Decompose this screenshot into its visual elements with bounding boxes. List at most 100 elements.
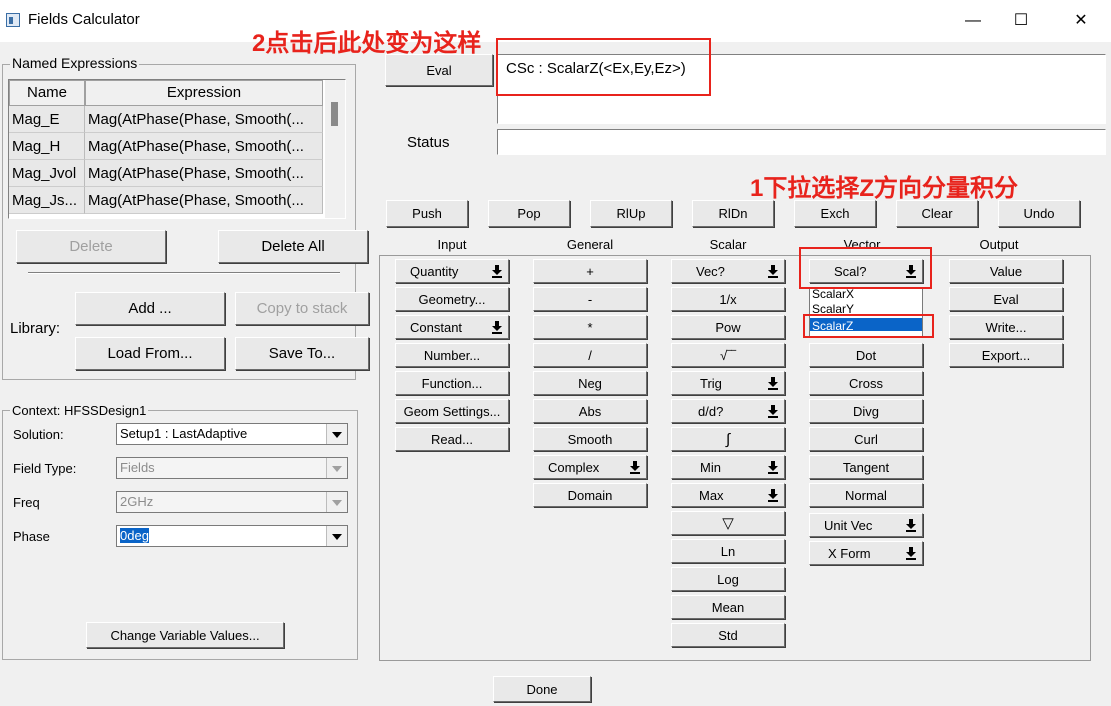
- status-field: [497, 129, 1106, 155]
- output-eval-button[interactable]: Eval: [949, 287, 1063, 311]
- cross-button[interactable]: Cross: [809, 371, 923, 395]
- minus-button[interactable]: -: [533, 287, 647, 311]
- table-row-name[interactable]: Mag_H: [9, 133, 85, 160]
- phase-select[interactable]: 0deg: [116, 525, 348, 547]
- phase-value: 0deg: [120, 528, 149, 543]
- table-row-expression[interactable]: Mag(AtPhase(Phase, Smooth(...: [85, 106, 323, 133]
- maximize-button[interactable]: ☐: [998, 6, 1044, 36]
- trig-button[interactable]: Trig: [671, 371, 785, 395]
- divide-button[interactable]: /: [533, 343, 647, 367]
- scalar-column-label: Scalar: [709, 237, 747, 252]
- rlup-button[interactable]: RlUp: [590, 200, 672, 227]
- std-button[interactable]: Std: [671, 623, 785, 647]
- table-row-name[interactable]: Mag_E: [9, 106, 85, 133]
- library-label: Library:: [10, 320, 61, 337]
- table-row-expression[interactable]: Mag(AtPhase(Phase, Smooth(...: [85, 133, 323, 160]
- rldn-button[interactable]: RlDn: [692, 200, 774, 227]
- vec-button[interactable]: Vec?: [671, 259, 785, 283]
- chevron-down-icon[interactable]: [326, 424, 347, 444]
- exch-button[interactable]: Exch: [794, 200, 876, 227]
- general-column-label: General: [566, 237, 614, 252]
- neg-button[interactable]: Neg: [533, 371, 647, 395]
- dot-button[interactable]: Dot: [809, 343, 923, 367]
- undo-button[interactable]: Undo: [998, 200, 1080, 227]
- scrollbar-thumb[interactable]: [331, 102, 338, 126]
- column-header-name[interactable]: Name: [9, 80, 85, 106]
- column-header-expression[interactable]: Expression: [85, 80, 323, 106]
- tangent-button[interactable]: Tangent: [809, 455, 923, 479]
- close-button[interactable]: ✕: [1058, 6, 1104, 36]
- solution-select[interactable]: Setup1 : LastAdaptive: [116, 423, 348, 445]
- quantity-button[interactable]: Quantity: [395, 259, 509, 283]
- write-button[interactable]: Write...: [949, 315, 1063, 339]
- minimize-button[interactable]: —: [950, 6, 996, 36]
- value-button[interactable]: Value: [949, 259, 1063, 283]
- table-scrollbar[interactable]: [325, 80, 345, 218]
- freq-select[interactable]: 2GHz: [116, 491, 348, 513]
- reciprocal-button[interactable]: 1/x: [671, 287, 785, 311]
- table-row-name[interactable]: Mag_Js...: [9, 187, 85, 214]
- plus-button[interactable]: +: [533, 259, 647, 283]
- mean-button[interactable]: Mean: [671, 595, 785, 619]
- curl-button[interactable]: Curl: [809, 427, 923, 451]
- chevron-down-icon[interactable]: [326, 526, 347, 546]
- add-button[interactable]: Add ...: [75, 292, 225, 325]
- push-button[interactable]: Push: [386, 200, 468, 227]
- complex-button[interactable]: Complex: [533, 455, 647, 479]
- min-button[interactable]: Min: [671, 455, 785, 479]
- export-button[interactable]: Export...: [949, 343, 1063, 367]
- dropdown-underline-icon: [768, 416, 778, 418]
- dropdown-option-scalarx[interactable]: ScalarX: [812, 288, 854, 300]
- xform-label: X Form: [828, 545, 871, 561]
- input-column-label: Input: [437, 237, 467, 252]
- named-expressions-label: Named Expressions: [10, 55, 140, 71]
- table-row-expression[interactable]: Mag(AtPhase(Phase, Smooth(...: [85, 160, 323, 187]
- normal-button[interactable]: Normal: [809, 483, 923, 507]
- chevron-down-icon[interactable]: [326, 458, 347, 478]
- gradient-button[interactable]: ▽: [671, 511, 785, 535]
- dropdown-underline-icon: [630, 472, 640, 474]
- derivative-button[interactable]: d/d?: [671, 399, 785, 423]
- smooth-button[interactable]: Smooth: [533, 427, 647, 451]
- delete-all-button[interactable]: Delete All: [218, 230, 368, 263]
- done-button[interactable]: Done: [493, 676, 591, 702]
- pop-button[interactable]: Pop: [488, 200, 570, 227]
- number-button[interactable]: Number...: [395, 343, 509, 367]
- domain-button[interactable]: Domain: [533, 483, 647, 507]
- field-type-select[interactable]: Fields: [116, 457, 348, 479]
- sqrt-button[interactable]: √‾‾: [671, 343, 785, 367]
- title-bar: [0, 0, 1111, 42]
- table-row-expression[interactable]: Mag(AtPhase(Phase, Smooth(...: [85, 187, 323, 214]
- trig-label: Trig: [700, 375, 722, 391]
- unit-vec-button[interactable]: Unit Vec: [809, 513, 923, 537]
- chevron-down-icon[interactable]: [326, 492, 347, 512]
- copy-to-stack-button[interactable]: Copy to stack: [235, 292, 369, 325]
- max-button[interactable]: Max: [671, 483, 785, 507]
- named-expressions-table[interactable]: Name Expression Mag_E Mag(AtPhase(Phase,…: [8, 79, 346, 219]
- xform-button[interactable]: X Form: [809, 541, 923, 565]
- read-button[interactable]: Read...: [395, 427, 509, 451]
- constant-button[interactable]: Constant: [395, 315, 509, 339]
- function-button[interactable]: Function...: [395, 371, 509, 395]
- change-variable-values-button[interactable]: Change Variable Values...: [86, 622, 284, 648]
- log-button[interactable]: Log: [671, 567, 785, 591]
- table-row-name[interactable]: Mag_Jvol: [9, 160, 85, 187]
- pow-button[interactable]: Pow: [671, 315, 785, 339]
- dropdown-underline-icon: [906, 558, 916, 560]
- load-from-button[interactable]: Load From...: [75, 337, 225, 370]
- clear-button[interactable]: Clear: [896, 200, 978, 227]
- multiply-button[interactable]: *: [533, 315, 647, 339]
- eval-button[interactable]: Eval: [385, 54, 493, 86]
- field-type-label: Field Type:: [13, 461, 77, 476]
- save-to-button[interactable]: Save To...: [235, 337, 369, 370]
- dropdown-underline-icon: [768, 472, 778, 474]
- output-column-label: Output: [979, 237, 1019, 252]
- delete-button[interactable]: Delete: [16, 230, 166, 263]
- dropdown-underline-icon: [768, 276, 778, 278]
- geometry-button[interactable]: Geometry...: [395, 287, 509, 311]
- abs-button[interactable]: Abs: [533, 399, 647, 423]
- ln-button[interactable]: Ln: [671, 539, 785, 563]
- geom-settings-button[interactable]: Geom Settings...: [395, 399, 509, 423]
- divg-button[interactable]: Divg: [809, 399, 923, 423]
- integral-button[interactable]: ∫: [671, 427, 785, 451]
